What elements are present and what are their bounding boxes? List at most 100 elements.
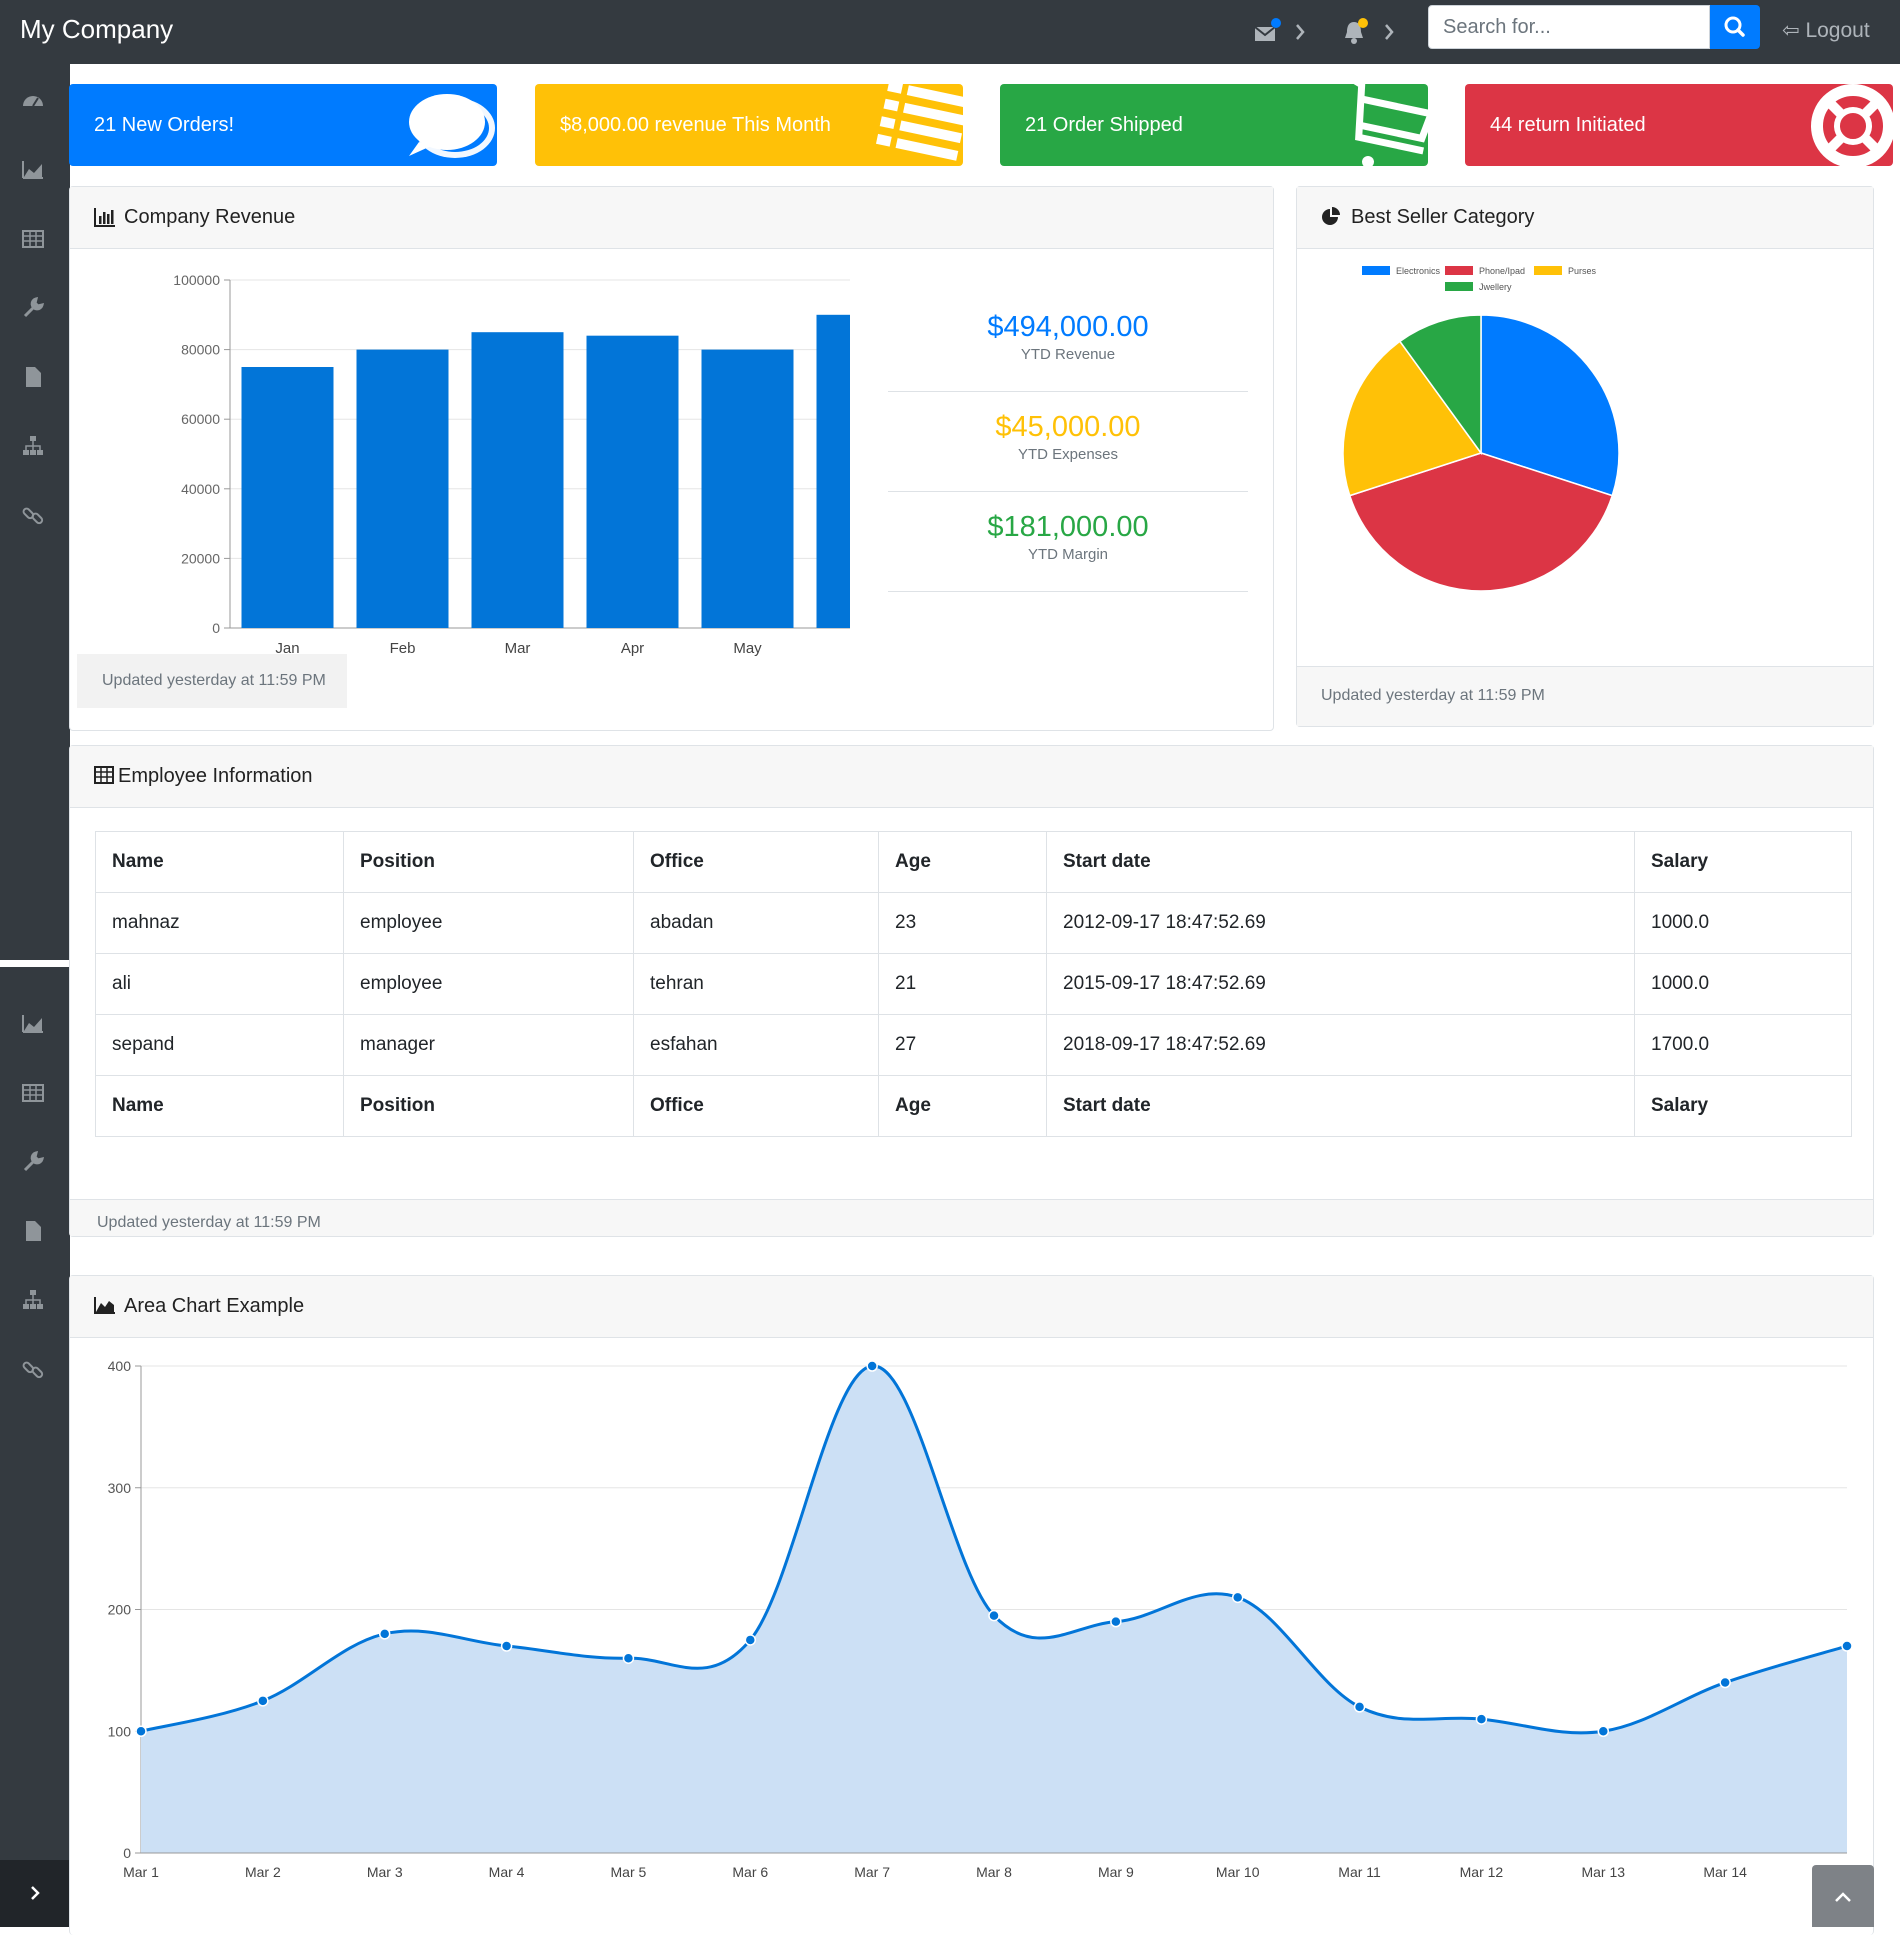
new-orders-card[interactable]: 21 New Orders! — [69, 84, 497, 166]
best-seller-header: Best Seller Category — [1297, 187, 1873, 249]
column-header-position[interactable]: Position — [343, 831, 634, 893]
chevron-up-icon — [1835, 1892, 1851, 1902]
search-icon — [1724, 16, 1745, 37]
wrench-icon[interactable] — [20, 295, 46, 321]
logout-link[interactable]: ⇦ Logout — [1782, 18, 1870, 43]
x-tick-label: Mar 1 — [123, 1864, 159, 1880]
column-footer-position: Position — [343, 1075, 634, 1137]
y-tick-label: 300 — [108, 1480, 132, 1496]
data-point — [1597, 1725, 1610, 1737]
brand-title[interactable]: My Company — [20, 14, 173, 45]
scroll-to-top-button[interactable] — [1812, 1865, 1874, 1927]
chevron-right-icon[interactable] — [1374, 16, 1406, 48]
dashboard-icon[interactable] — [20, 88, 46, 114]
y-tick-label: 400 — [108, 1358, 132, 1374]
data-point — [500, 1640, 513, 1652]
sidebar-toggle-button[interactable] — [0, 1860, 70, 1927]
bar — [586, 335, 679, 628]
search-input[interactable]: Search for... — [1428, 5, 1710, 49]
y-tick-label: 40000 — [181, 481, 220, 497]
employee-header: Employee Information — [70, 746, 1873, 808]
ytd-revenue-stat: $494,000.00 YTD Revenue — [888, 311, 1248, 363]
data-point — [1110, 1615, 1122, 1628]
data-point — [135, 1725, 147, 1737]
table-icon[interactable] — [20, 226, 46, 252]
order-shipped-card[interactable]: 21 Order Shipped — [1000, 84, 1428, 166]
column-header-name[interactable]: Name — [95, 831, 344, 893]
bell-icon[interactable] — [1338, 16, 1370, 48]
x-tick-label: Mar 11 — [1338, 1864, 1381, 1880]
order-shipped-text: 21 Order Shipped — [1025, 114, 1183, 136]
link-icon[interactable] — [20, 502, 46, 528]
employee-footer-bar: Updated yesterday at 11:59 PM — [70, 1199, 1873, 1236]
cell-name: ali — [95, 953, 344, 1015]
data-point — [1231, 1591, 1244, 1604]
ytd-expenses-label: YTD Expenses — [1017, 446, 1119, 463]
data-point — [257, 1695, 269, 1707]
cell-office: abadan — [633, 892, 879, 954]
comments-icon — [409, 94, 495, 158]
revenue-card[interactable]: $8,000.00 revenue This Month — [535, 84, 963, 166]
pie-chart-icon — [1322, 207, 1340, 225]
x-tick-label: Apr — [621, 640, 644, 657]
x-tick-label: Mar 6 — [732, 1864, 768, 1880]
chevron-right-icon[interactable] — [1285, 16, 1317, 48]
search-button[interactable] — [1710, 5, 1760, 49]
column-header-office[interactable]: Office — [633, 831, 879, 893]
area-chart-header: Area Chart Example — [70, 1276, 1873, 1338]
link-icon[interactable] — [20, 1356, 46, 1382]
table-icon[interactable] — [20, 1080, 46, 1106]
cell-start-date: 2012-09-17 18:47:52.69 — [1046, 892, 1635, 954]
file-icon[interactable] — [20, 364, 46, 390]
data-point — [866, 1360, 878, 1372]
employee-title: Employee Information — [118, 765, 313, 787]
column-header-salary[interactable]: Salary — [1634, 831, 1852, 893]
ytd-margin-stat: $181,000.00 YTD Margin — [888, 511, 1248, 563]
top-navbar: My Company Search for... ⇦ Logout — [0, 0, 1900, 64]
file-icon[interactable] — [20, 1218, 46, 1244]
legend-label: Jwellery — [1479, 282, 1512, 292]
area-chart-icon[interactable] — [20, 1011, 46, 1037]
best-seller-footer-bar: Updated yesterday at 11:59 PM — [1297, 666, 1873, 726]
x-tick-label: Mar 8 — [976, 1864, 1012, 1880]
returns-text: 44 return Initiated — [1490, 114, 1646, 136]
x-tick-label: Mar 7 — [854, 1864, 890, 1880]
x-tick-label: Mar 9 — [1098, 1864, 1134, 1880]
legend-swatch — [1534, 266, 1562, 275]
y-tick-label: 80000 — [181, 342, 220, 358]
x-tick-label: Mar 3 — [367, 1864, 403, 1880]
wrench-icon[interactable] — [20, 1149, 46, 1175]
area-line-chart: 0 100 200 300 400 Mar 1 Mar 2 Mar 3 Mar 4 Mar 5 Ma… — [108, 1358, 1869, 1880]
employee-table: Name Position Office Age Start date Sala… — [95, 831, 1852, 1137]
y-tick-label: 100000 — [173, 272, 220, 288]
employee-panel: Employee Information Name Position Offic… — [69, 745, 1874, 1237]
ytd-expenses-value: $45,000.00 — [995, 411, 1141, 443]
column-header-start-date[interactable]: Start date — [1046, 831, 1635, 893]
column-header-age[interactable]: Age — [878, 831, 1047, 893]
ytd-margin-value: $181,000.00 — [987, 511, 1149, 543]
company-revenue-header: Company Revenue — [70, 187, 1273, 249]
table-icon — [94, 766, 114, 784]
bar — [241, 367, 334, 628]
legend-swatch — [1362, 266, 1390, 275]
column-footer-age: Age — [878, 1075, 1047, 1137]
cell-office: esfahan — [633, 1014, 879, 1076]
sitemap-icon[interactable] — [20, 433, 46, 459]
bar — [701, 349, 794, 628]
ytd-revenue-label: YTD Revenue — [1020, 346, 1116, 363]
company-revenue-title: Company Revenue — [124, 206, 296, 228]
cell-name: sepand — [95, 1014, 344, 1076]
x-tick-label: Mar 2 — [245, 1864, 281, 1880]
data-point — [378, 1628, 391, 1640]
cell-salary: 1700.0 — [1634, 1014, 1852, 1076]
returns-card[interactable]: 44 return Initiated — [1465, 84, 1893, 166]
sitemap-icon[interactable] — [20, 1287, 46, 1313]
area-chart-icon[interactable] — [20, 157, 46, 183]
sign-out-icon: ⇦ — [1782, 19, 1800, 42]
envelope-icon[interactable] — [1250, 16, 1282, 48]
column-footer-name: Name — [95, 1075, 344, 1137]
cell-position: manager — [343, 1014, 634, 1076]
data-point — [1353, 1701, 1366, 1713]
bar — [471, 332, 564, 628]
best-seller-footer: Updated yesterday at 11:59 PM — [1321, 687, 1545, 704]
